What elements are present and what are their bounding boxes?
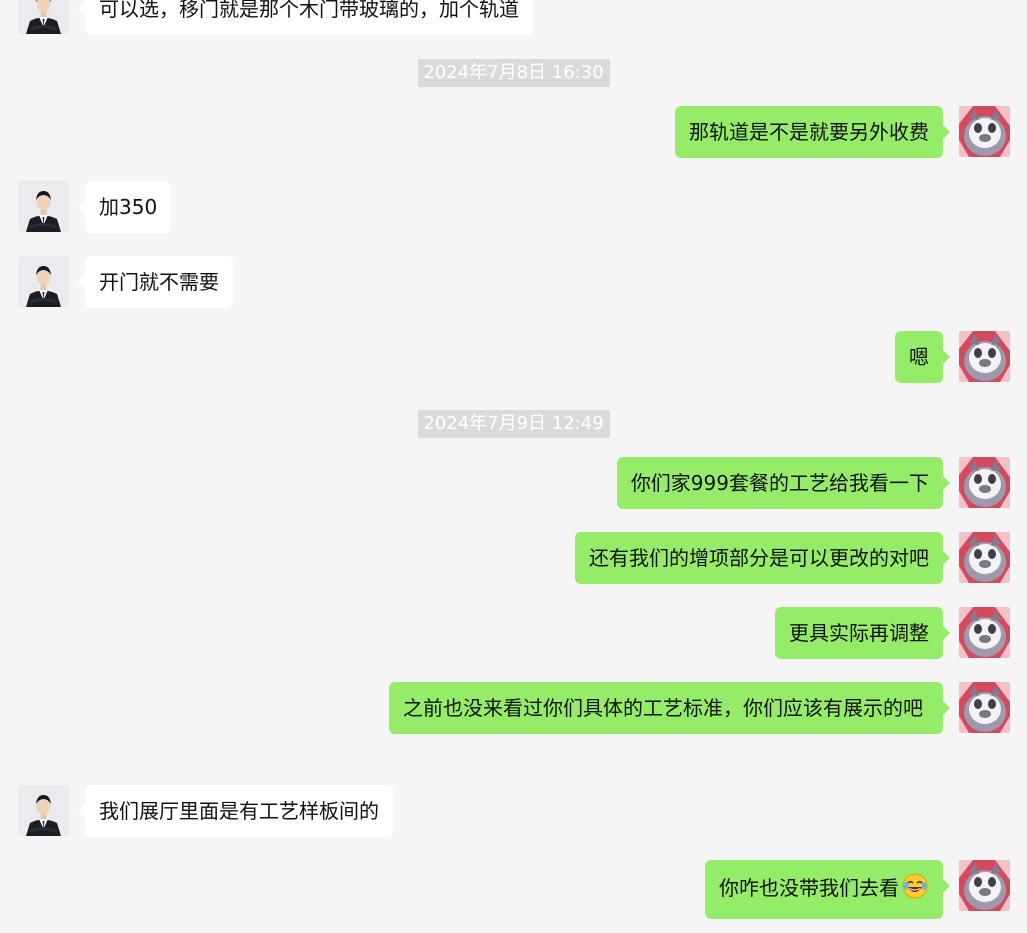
agent-avatar-image [18, 0, 69, 34]
user-avatar[interactable] [959, 682, 1010, 733]
user-avatar[interactable] [959, 607, 1010, 658]
agent-avatar[interactable] [18, 785, 69, 836]
agent-avatar-image [18, 785, 69, 836]
user-avatar[interactable] [959, 532, 1010, 583]
agent-avatar[interactable] [18, 0, 69, 34]
message-bubble-incoming[interactable]: 加350 [77, 181, 172, 233]
message-bubble-incoming[interactable]: 开门就不需要 [78, 256, 233, 308]
agent-avatar-image [18, 256, 69, 307]
laughing-crying-emoji-icon [901, 872, 929, 907]
user-avatar-image [959, 682, 1010, 733]
user-avatar[interactable] [959, 860, 1010, 911]
user-avatar[interactable] [959, 331, 1010, 382]
agent-avatar[interactable] [18, 256, 69, 307]
message-bubble-outgoing[interactable]: 嗯 [895, 331, 950, 383]
user-avatar-image [959, 106, 1010, 157]
message-bubble-incoming[interactable]: 可以选，移门就是那个木门带玻璃的，加个轨道 [78, 0, 533, 35]
message-bubble-outgoing[interactable]: 你们家999套餐的工艺给我看一下 [616, 457, 951, 509]
message-bubble-outgoing[interactable]: 之前也没来看过你们具体的工艺标准，你们应该有展示的吧 [389, 682, 950, 734]
message-bubble-outgoing[interactable]: 还有我们的增项部分是可以更改的对吧 [575, 532, 950, 584]
user-avatar-image [959, 457, 1010, 508]
message-text: 你咋也没带我们去看 [719, 876, 899, 900]
timestamp: 2024年7月8日 16:30 [417, 59, 610, 87]
user-avatar[interactable] [959, 457, 1010, 508]
agent-avatar-image [18, 181, 69, 232]
user-avatar[interactable] [959, 106, 1010, 157]
message-bubble-outgoing[interactable]: 更具实际再调整 [775, 607, 950, 659]
message-bubble-outgoing[interactable]: 你咋也没带我们去看 [705, 860, 950, 919]
user-avatar-image [959, 331, 1010, 382]
user-avatar-image [959, 860, 1010, 911]
user-avatar-image [959, 607, 1010, 658]
message-bubble-outgoing[interactable]: 那轨道是不是就要另外收费 [675, 106, 950, 158]
agent-avatar[interactable] [18, 181, 69, 232]
chat-history[interactable]: 可以选，移门就是那个木门带玻璃的，加个轨道 2024年7月8日 16:30 那轨… [0, 0, 1027, 933]
message-bubble-incoming[interactable]: 我们展厅里面是有工艺样板间的 [78, 785, 393, 837]
user-avatar-image [959, 532, 1010, 583]
timestamp: 2024年7月9日 12:49 [417, 410, 610, 438]
